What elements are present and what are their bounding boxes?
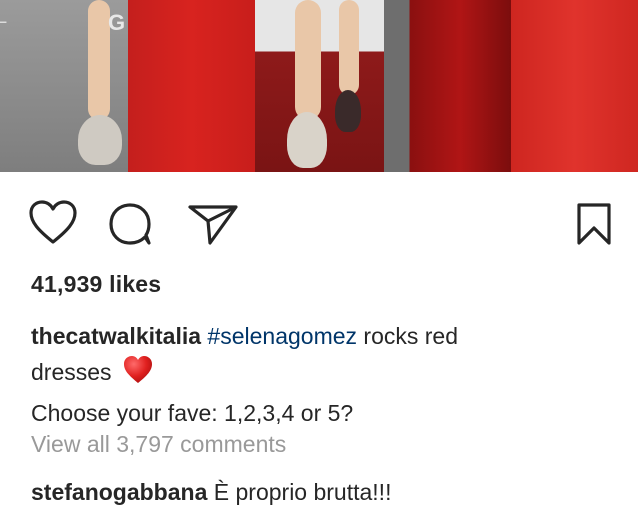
caption-text-line3: Choose your fave: 1,2,3,4 or 5? <box>31 400 354 426</box>
photo-panel-4 <box>384 0 511 172</box>
heart-icon[interactable] <box>28 200 78 246</box>
photo-panel-2 <box>128 0 255 172</box>
bookmark-icon[interactable] <box>574 202 614 246</box>
photo-panel-3 <box>255 0 384 172</box>
comment-item: stefanogabbana È proprio brutta!!! <box>31 479 391 506</box>
photo-panel-5 <box>511 0 638 172</box>
comment-username[interactable]: stefanogabbana <box>31 479 207 505</box>
share-icon[interactable] <box>186 201 240 247</box>
caption-text-line1: rocks red <box>357 323 459 349</box>
post-image[interactable]: L G <box>0 0 638 172</box>
photo-panel-1: L G <box>0 0 128 172</box>
instagram-post: L G 41,939 likes thecatwalkitalia #selen… <box>0 0 638 515</box>
likes-count[interactable]: 41,939 likes <box>31 271 161 298</box>
red-heart-icon <box>122 355 154 395</box>
action-bar <box>0 200 638 246</box>
view-all-comments-link[interactable]: View all 3,797 comments <box>31 431 286 458</box>
caption-hashtag[interactable]: #selenagomez <box>207 323 357 349</box>
comment-text: È proprio brutta!!! <box>207 479 392 505</box>
caption-text-line2: dresses <box>31 359 112 385</box>
caption-username[interactable]: thecatwalkitalia <box>31 323 201 349</box>
comment-icon[interactable] <box>107 201 155 247</box>
post-caption: thecatwalkitalia #selenagomez rocks red … <box>31 318 611 431</box>
